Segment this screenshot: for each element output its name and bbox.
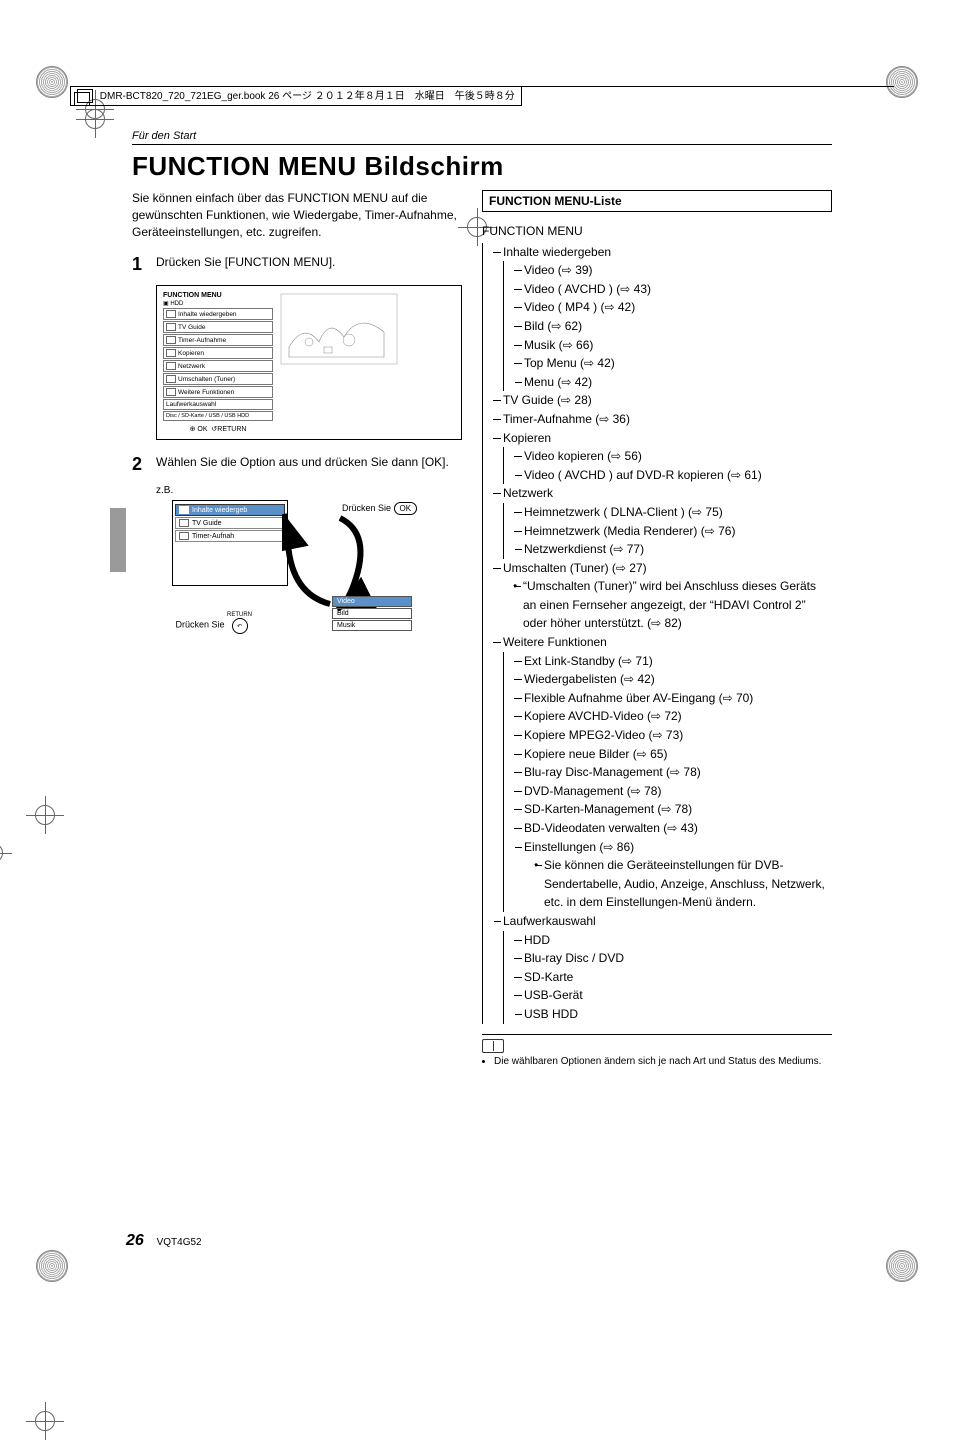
diagram-menu-item: Umschalten (Tuner)	[178, 376, 235, 383]
reg-circle-icon	[36, 66, 68, 98]
tree-leaf: Netzwerkdienst (⇨ 77)	[524, 542, 644, 556]
tree-leaf: Blu-ray Disc-Management (⇨ 78)	[524, 765, 701, 779]
diagram-menu-item: Timer-Aufnahme	[178, 337, 226, 344]
diagram-hdd-label: HDD	[170, 301, 183, 307]
tree-leaf: BD-Videodaten verwalten (⇨ 43)	[524, 821, 698, 835]
diagram-navigation: Inhalte wiedergeb TV Guide Timer-Aufnah …	[142, 500, 462, 660]
tree-leaf: Bild (⇨ 62)	[524, 319, 582, 333]
tree-note: “Umschalten (Tuner)” wird bei Anschluss …	[513, 577, 832, 633]
doc-code: VQT4G52	[157, 1237, 202, 1248]
tree-leaf: Wiedergabelisten (⇨ 42)	[524, 672, 655, 686]
tree-leaf: Heimnetzwerk ( DLNA-Client ) (⇨ 75)	[524, 505, 723, 519]
tree-leaf: Video ( MP4 ) (⇨ 42)	[524, 300, 635, 314]
tree-leaf: Menu (⇨ 42)	[524, 375, 592, 389]
tree-leaf: USB HDD	[524, 1007, 578, 1021]
tree-root: FUNCTION MENU	[482, 222, 832, 241]
tree-leaf: Top Menu (⇨ 42)	[524, 356, 615, 370]
tree-item: Kopieren	[503, 431, 551, 445]
reg-cross-icon	[0, 834, 12, 872]
tree-leaf: Kopiere MPEG2-Video (⇨ 73)	[524, 728, 683, 742]
tree-item: Inhalte wiedergeben	[503, 245, 611, 259]
collation-text: DMR-BCT820_720_721EG_ger.book 26 ページ ２０１…	[100, 91, 515, 102]
tree-leaf: Video (⇨ 39)	[524, 263, 593, 277]
tree-leaf: Video ( AVCHD ) (⇨ 43)	[524, 282, 651, 296]
tree-leaf: DVD-Management (⇨ 78)	[524, 784, 661, 798]
intro-text: Sie können einfach über das FUNCTION MEN…	[132, 190, 462, 240]
diagram-menu-title: FUNCTION MENU	[163, 292, 273, 299]
tree-item: Weitere Funktionen	[503, 635, 607, 649]
reg-circle-icon	[36, 1250, 68, 1282]
collation-bar: DMR-BCT820_720_721EG_ger.book 26 ページ ２０１…	[70, 86, 894, 107]
tree-item: Netzwerk	[503, 486, 553, 500]
page-title: FUNCTION MENU Bildschirm	[132, 151, 832, 182]
tree-leaf: Ext Link-Standby (⇨ 71)	[524, 654, 653, 668]
page-footer: 26 VQT4G52	[126, 1232, 202, 1250]
footnote-text: Die wählbaren Optionen ändern sich je na…	[494, 1055, 832, 1068]
tree-leaf: Blu-ray Disc / DVD	[524, 951, 624, 965]
diagram-menu-item: Kopieren	[178, 350, 204, 357]
tree-leaf: Video ( AVCHD ) auf DVD-R kopieren (⇨ 61…	[524, 468, 762, 482]
tree-leaf: Flexible Aufnahme über AV-Eingang (⇨ 70)	[524, 691, 753, 705]
function-menu-tree: FUNCTION MENU Inhalte wiedergeben Video …	[482, 222, 832, 1024]
footnotes: Die wählbaren Optionen ändern sich je na…	[482, 1034, 832, 1068]
tree-note: Sie können die Geräteeinstellungen für D…	[534, 856, 832, 912]
d2-menu-item: TV Guide	[192, 520, 222, 527]
diagram-function-menu: FUNCTION MENU ▣ HDD Inhalte wiedergeben …	[156, 285, 462, 440]
tree-item: Laufwerkauswahl	[503, 914, 596, 928]
tree-item: Umschalten (Tuner) (⇨ 27)	[503, 561, 647, 575]
press-label: Drücken Sie	[175, 620, 224, 630]
tv-illustration	[279, 292, 399, 372]
diagram-menu-item: Weitere Funktionen	[178, 389, 234, 396]
diagram-menu-item: Laufwerkauswahl	[166, 401, 216, 408]
step-number: 2	[132, 454, 146, 475]
tree-leaf: Heimnetzwerk (Media Renderer) (⇨ 76)	[524, 524, 735, 538]
tree-item: Timer-Aufnahme (⇨ 36)	[503, 412, 630, 426]
d2-menu-item: Timer-Aufnah	[192, 533, 234, 540]
tree-leaf: HDD	[524, 933, 550, 947]
d2-sub-item: Video	[332, 596, 412, 607]
tree-leaf: Video kopieren (⇨ 56)	[524, 449, 642, 463]
reg-cross-icon	[26, 796, 64, 834]
step-number: 1	[132, 254, 146, 275]
d2-menu-item: Inhalte wiedergeb	[192, 507, 247, 514]
ok-button-icon: OK	[394, 502, 418, 515]
diagram-nav-legend: ⊕ OK ↺RETURN	[163, 425, 273, 433]
section-label: Für den Start	[132, 130, 832, 145]
tree-leaf: SD-Karte	[524, 970, 573, 984]
d2-sub-item: Bild	[332, 608, 412, 619]
note-icon	[482, 1039, 504, 1053]
tree-leaf: Kopiere neue Bilder (⇨ 65)	[524, 747, 667, 761]
diagram-menu-item: TV Guide	[178, 324, 205, 331]
tree-item: TV Guide (⇨ 28)	[503, 393, 592, 407]
tree-leaf: Musik (⇨ 66)	[524, 338, 593, 352]
reg-circle-icon	[886, 1250, 918, 1282]
tree-leaf: SD-Karten-Management (⇨ 78)	[524, 802, 692, 816]
list-heading: FUNCTION MENU-Liste	[482, 190, 832, 212]
book-icon	[77, 89, 93, 103]
diagram-menu-item: Netzwerk	[178, 363, 205, 370]
page-number: 26	[126, 1232, 144, 1249]
return-button-icon: RETURN ↶	[227, 612, 252, 634]
diagram-menu-item: Inhalte wiedergeben	[178, 311, 237, 318]
thumb-tab	[110, 508, 126, 572]
step-text: Wählen Sie die Option aus und drücken Si…	[156, 454, 462, 471]
tree-leaf: USB-Gerät	[524, 988, 583, 1002]
reg-cross-icon	[26, 1402, 64, 1440]
tree-leaf: Kopiere AVCHD-Video (⇨ 72)	[524, 709, 682, 723]
d2-sub-item: Musik	[332, 620, 412, 631]
diagram-drive-row: Disc / SD-Karte / USB / USB HDD	[166, 413, 249, 419]
tree-leaf: Einstellungen (⇨ 86)	[524, 840, 634, 854]
step-text: Drücken Sie [FUNCTION MENU].	[156, 254, 462, 271]
example-label: z.B.	[156, 485, 462, 496]
